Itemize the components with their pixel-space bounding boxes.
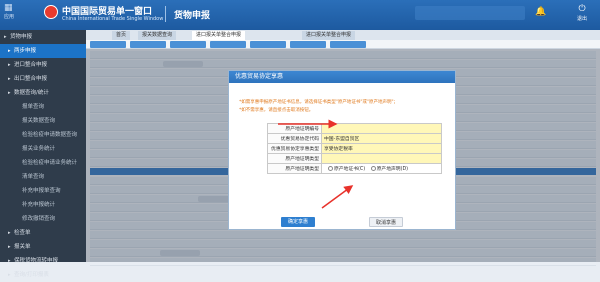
chevron-icon: ▸ bbox=[8, 272, 11, 278]
sidebar-item-label: 查询/打印报表 bbox=[14, 272, 49, 278]
annotation-arrows bbox=[278, 119, 354, 209]
annotation-arrow bbox=[321, 185, 354, 209]
sidebar-item[interactable]: ▸ 查询/打印报表 bbox=[0, 268, 86, 282]
